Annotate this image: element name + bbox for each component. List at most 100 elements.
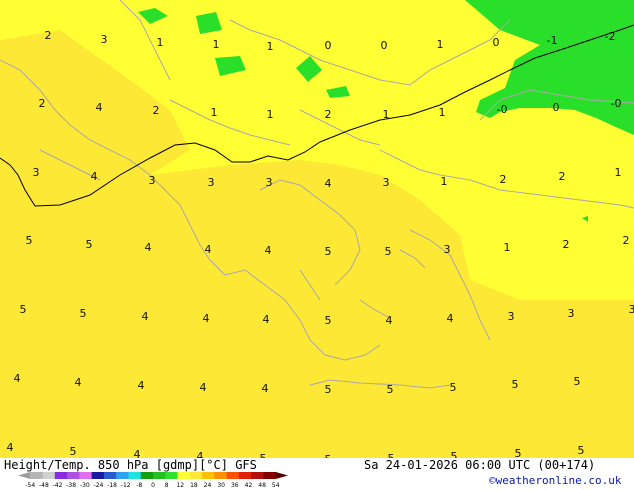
colorbar: -54 -48 -42 -38 -30 -24 -18 -12 -8 0 8 12 18 24 30 36 42… xyxy=(18,472,288,489)
colorbar-tick-label: 18 xyxy=(190,482,198,489)
colorbar-segment xyxy=(54,472,68,479)
temperature-label: 0 xyxy=(553,101,560,114)
colorbar-segment xyxy=(165,472,179,479)
temperature-label: 4 xyxy=(265,244,272,257)
valid-datetime: Sa 24-01-2026 06:00 UTC (00+174) xyxy=(364,458,596,472)
temperature-label: 5 xyxy=(574,375,581,388)
temperature-label: 5 xyxy=(70,445,77,458)
colorbar-tick-label: -38 xyxy=(66,482,76,489)
temperature-label: 5 xyxy=(325,383,332,396)
temperature-label: 4 xyxy=(138,379,145,392)
temperature-label: 3 xyxy=(33,166,40,179)
temperature-label: 1 xyxy=(267,108,274,121)
colorbar-segment xyxy=(214,472,228,479)
colorbar-segment xyxy=(91,472,105,479)
colorbar-segment xyxy=(42,472,56,479)
temperature-label: 3 xyxy=(266,176,273,189)
colorbar-tick-label: 8 xyxy=(165,482,169,489)
temperature-label: 4 xyxy=(96,101,103,114)
colorbar-tick-label: -8 xyxy=(136,482,142,489)
temperature-label: 2 xyxy=(500,173,507,186)
temperature-label: 4 xyxy=(134,448,141,458)
temperature-label: 4 xyxy=(75,376,82,389)
temperature-label: 5 xyxy=(512,378,519,391)
temperature-label: 1 xyxy=(267,40,274,53)
temperature-label: 4 xyxy=(197,450,204,458)
temperature-label: 4 xyxy=(200,381,207,394)
colorbar-tick-label: -42 xyxy=(53,482,63,489)
temperature-label: 3 xyxy=(383,176,390,189)
colorbar-tick-label: 0 xyxy=(151,482,155,489)
colorbar-tick-label: -18 xyxy=(107,482,117,489)
colorbar-segment xyxy=(153,472,166,479)
colorbar-tick-label: -24 xyxy=(94,482,104,489)
colorbar-segment xyxy=(79,472,93,479)
temperature-label: 4 xyxy=(145,241,152,254)
temperature-label: 5 xyxy=(325,245,332,258)
temperature-label: 1 xyxy=(157,36,164,49)
temperature-label: 4 xyxy=(7,441,14,454)
temperature-label: 2 xyxy=(45,29,52,42)
colorbar-tick-label: 30 xyxy=(217,482,225,489)
colorbar-tick-label: 54 xyxy=(272,482,280,489)
temperature-label: 4 xyxy=(447,312,454,325)
temperature-label: 5 xyxy=(80,307,87,320)
temperature-label: 2 xyxy=(563,238,570,251)
temperature-label: 0 xyxy=(381,39,388,52)
colorbar-segment xyxy=(30,472,44,479)
temperature-label: 5 xyxy=(515,447,522,458)
colorbar-segment xyxy=(67,472,80,479)
temperature-label: 1 xyxy=(441,175,448,188)
colorbar-arrow-right xyxy=(275,472,288,479)
temperature-label: 1 xyxy=(439,106,446,119)
temperature-label: 3 xyxy=(568,307,575,320)
temperature-label: -0 xyxy=(611,97,622,110)
temperature-label: 1 xyxy=(213,38,220,51)
temperature-label: 3 xyxy=(149,174,156,187)
colorbar-segment xyxy=(251,472,264,479)
temperature-label: 2 xyxy=(325,108,332,121)
colorbar-tick-label: -12 xyxy=(121,482,131,489)
colorbar-segment xyxy=(128,472,142,479)
temperature-label: 1 xyxy=(211,106,218,119)
temperature-label: 5 xyxy=(385,245,392,258)
colorbar-segment xyxy=(226,472,240,479)
temperature-label: 4 xyxy=(325,177,332,190)
colorbar-tick-label: -54 xyxy=(25,482,35,489)
temperature-label: 3 xyxy=(444,243,451,256)
temperature-label: 4 xyxy=(262,382,269,395)
colorbar-tick-label: 48 xyxy=(258,482,266,489)
temperature-label: 5 xyxy=(325,314,332,327)
temperature-label: 4 xyxy=(14,372,21,385)
temperature-label: 2 xyxy=(153,104,160,117)
temperature-label: -0 xyxy=(497,103,508,116)
temperature-label: 5 xyxy=(450,381,457,394)
temperature-label: 3 xyxy=(101,33,108,46)
temperature-label: 4 xyxy=(263,313,270,326)
colorbar-tick-label: 42 xyxy=(245,482,253,489)
temperature-label: 1 xyxy=(504,241,511,254)
colorbar-segment xyxy=(263,472,277,479)
colorbar-tick-label: 12 xyxy=(176,482,184,489)
temperature-label: 5 xyxy=(387,383,394,396)
temperature-label: -2 xyxy=(605,30,616,43)
credit-link[interactable]: ©weatheronline.co.uk xyxy=(489,474,621,487)
footer: Height/Temp. 850 hPa [gdmp][°C] GFS Sa 2… xyxy=(0,458,634,490)
colorbar-tick-label: -48 xyxy=(39,482,49,489)
temperature-label: 3 xyxy=(629,303,634,316)
temperature-label: 1 xyxy=(615,166,622,179)
colorbar-tick-label: 24 xyxy=(204,482,212,489)
colorbar-segment xyxy=(116,472,129,479)
temperature-label: 4 xyxy=(91,170,98,183)
colorbar-segment xyxy=(202,472,215,479)
temperature-label: 5 xyxy=(86,238,93,251)
temperature-label: 3 xyxy=(208,176,215,189)
temperature-label: 5 xyxy=(20,303,27,316)
temperature-label: 1 xyxy=(383,108,390,121)
temperature-label: -1 xyxy=(547,34,558,47)
colorbar-segment xyxy=(140,472,154,479)
temperature-label: 0 xyxy=(493,36,500,49)
colorbar-arrow-left xyxy=(18,472,31,479)
temperature-label: 4 xyxy=(203,312,210,325)
temperature-label: 5 xyxy=(578,444,585,457)
